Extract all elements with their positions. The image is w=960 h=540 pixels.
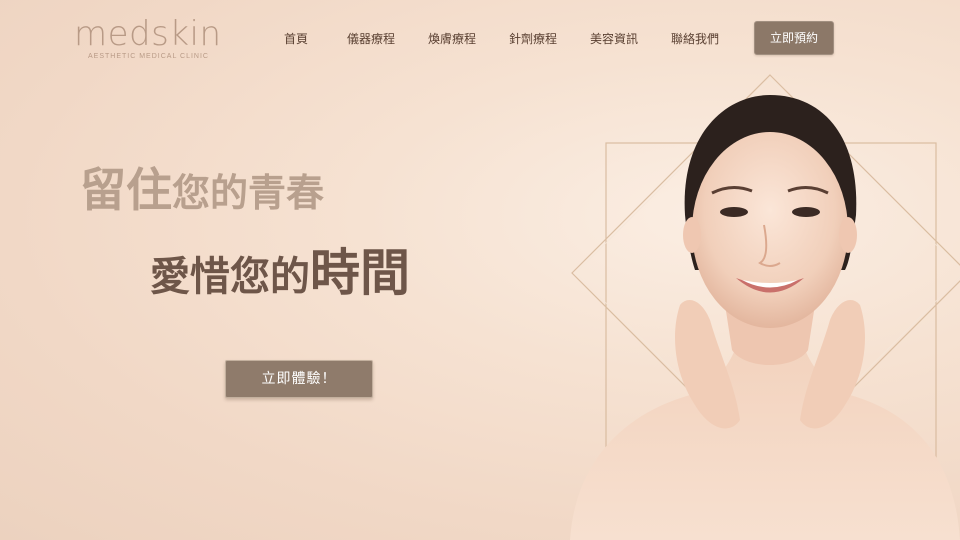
model-photo: [570, 95, 960, 540]
logo-subtitle: AESTHETIC MEDICAL CLINIC: [88, 53, 209, 60]
nav-item-contact[interactable]: 聯絡我們: [654, 30, 736, 48]
landing-page: medskin AESTHETIC MEDICAL CLINIC 首頁 儀器療程…: [0, 0, 960, 540]
hero-line1-emphasis: 留住: [80, 163, 172, 217]
nav-item-device-treatments[interactable]: 儀器療程: [330, 30, 412, 48]
nav-item-injection-treatments[interactable]: 針劑療程: [492, 30, 574, 48]
logo[interactable]: medskin AESTHETIC MEDICAL CLINIC: [74, 16, 224, 60]
book-now-button[interactable]: 立即預約: [754, 21, 834, 55]
try-now-button[interactable]: 立即體驗！: [225, 360, 373, 398]
main-nav: 首頁 儀器療程 煥膚療程 針劑療程 美容資訊 聯絡我們: [262, 30, 736, 48]
nav-item-beauty-info[interactable]: 美容資訊: [574, 30, 654, 48]
hero-line1-rest: 您的青春: [172, 170, 325, 215]
logo-wordmark: medskin: [74, 14, 222, 54]
hero-line2-emphasis: 時間: [310, 243, 410, 302]
nav-item-home[interactable]: 首頁: [262, 30, 330, 48]
hero-line2-lead: 愛惜您的: [150, 253, 310, 300]
hero-headline-line2: 愛惜您的時間: [150, 240, 410, 318]
nav-item-peel-treatments[interactable]: 煥膚療程: [412, 30, 492, 48]
hero-headline-line1: 留住您的青春: [80, 160, 324, 231]
